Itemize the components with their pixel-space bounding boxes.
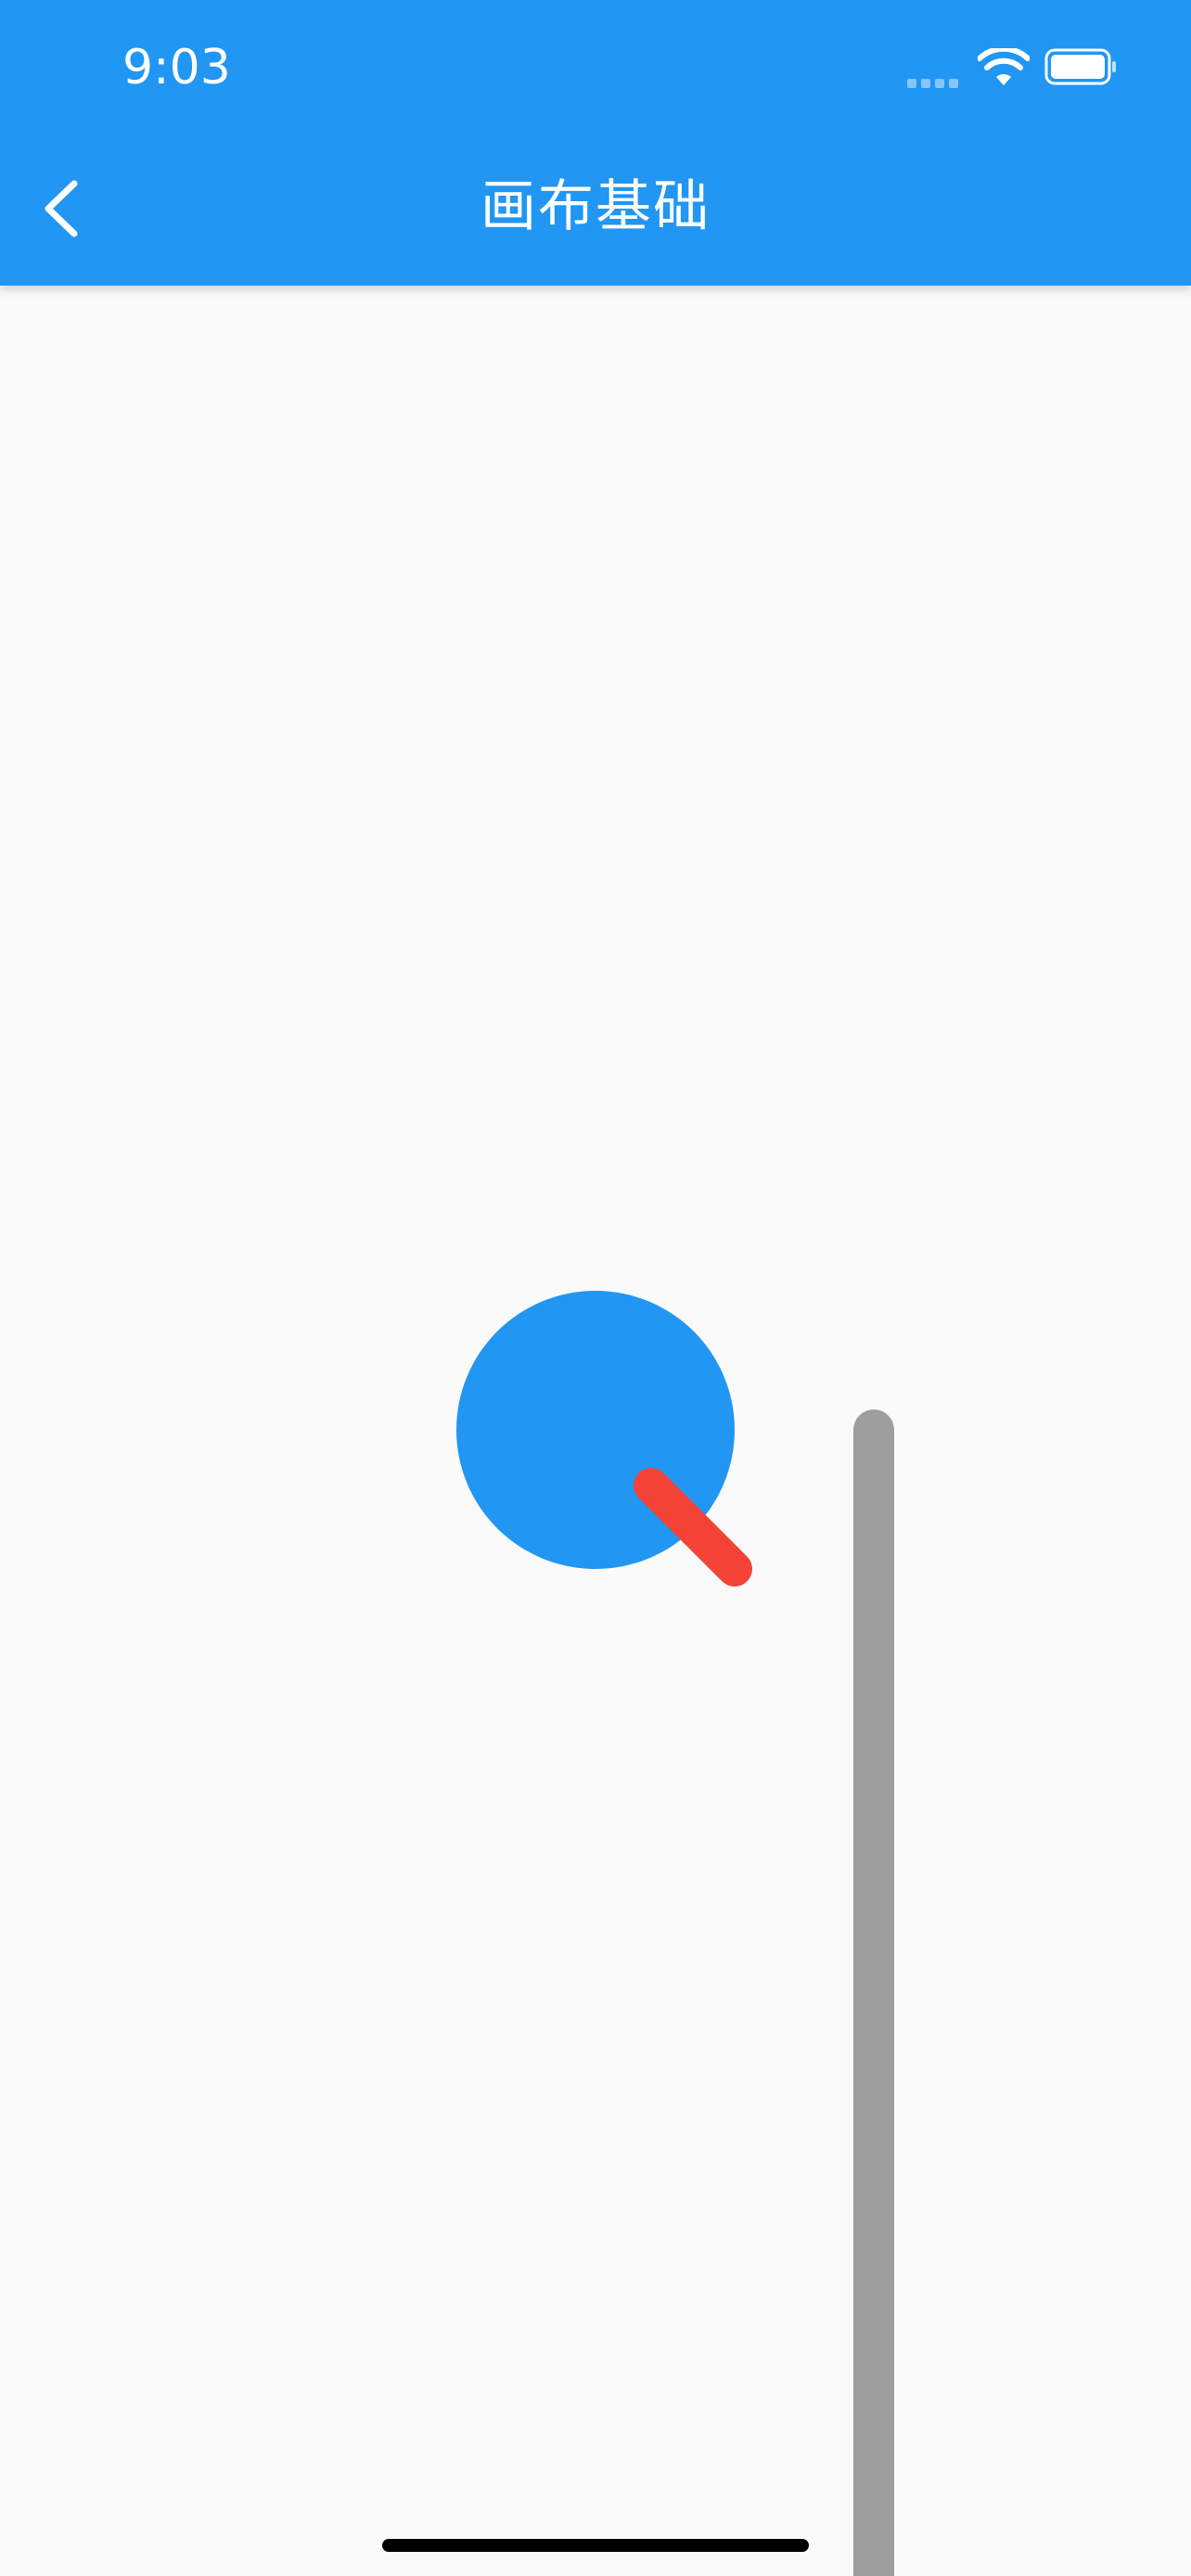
status-time: 9:03	[122, 40, 231, 96]
home-indicator[interactable]	[382, 2539, 809, 2552]
wifi-icon	[978, 48, 1030, 85]
drawing-canvas	[456, 1291, 894, 2576]
battery-icon	[1044, 48, 1116, 85]
signal-icon	[907, 74, 963, 88]
page-title: 画布基础	[480, 174, 711, 239]
app-bar: 9:03 画布基础	[0, 0, 1191, 286]
